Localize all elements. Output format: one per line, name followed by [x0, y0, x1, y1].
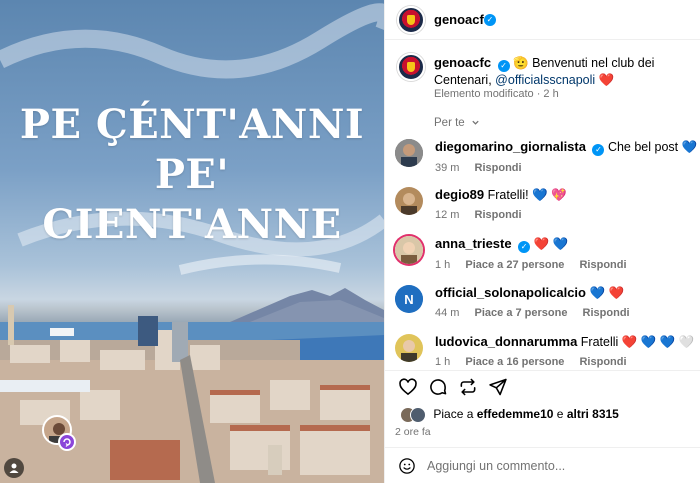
commenter-avatar[interactable] [395, 236, 423, 264]
genoa-logo-avatar[interactable] [397, 6, 425, 34]
comment-time: 44 m [435, 307, 460, 319]
sort-dropdown[interactable]: Per te [434, 117, 480, 129]
caption-mention-link[interactable]: @officialsscnapoli [495, 73, 595, 87]
chevron-down-icon [472, 120, 479, 125]
verified-badge-icon: ✓ [497, 60, 510, 72]
likes-summary[interactable]: Piace a effedemme10 e altri 8315 [400, 407, 619, 423]
caption-username[interactable]: genoacfc [434, 55, 491, 70]
comment-time: 39 m [435, 162, 460, 174]
comment-time: 1 h [435, 356, 451, 368]
comment-emojis: 💙 ❤️ [589, 286, 625, 300]
emoji-icon[interactable] [398, 457, 416, 475]
caption-heart-emoji: ❤️ [598, 73, 615, 87]
comment-likes-link[interactable]: Piace a 7 persone [475, 307, 568, 319]
post-header: genoacfc ✓ [385, 0, 700, 40]
share-icon[interactable] [488, 377, 508, 397]
comment-text: Fratelli! [487, 188, 529, 202]
repost-icon[interactable] [458, 377, 478, 397]
liker-avatars [400, 407, 426, 423]
caption-avatar[interactable] [397, 53, 425, 81]
heart-icon[interactable] [398, 377, 418, 397]
comment-username[interactable]: diegomarino_giornalista [435, 139, 586, 154]
likes-conj: e [556, 407, 564, 422]
svg-text:N: N [404, 292, 413, 307]
caption-emoji: 🫡 [513, 56, 529, 70]
post-timestamp[interactable]: 2 ore fa [395, 426, 431, 438]
comment-time: 1 h [435, 259, 451, 271]
likes-user-link[interactable]: effedemme10 [477, 407, 554, 421]
likes-others-link[interactable]: altri 8315 [567, 407, 619, 421]
comment-icon[interactable] [428, 377, 448, 397]
comment-text: Fratelli [580, 335, 619, 349]
reply-button[interactable]: Rispondi [579, 259, 626, 271]
commenter-avatar[interactable] [395, 334, 423, 362]
comment-username[interactable]: anna_trieste [435, 236, 512, 251]
verified-badge-icon: ✓ [484, 14, 496, 26]
comment-input[interactable] [427, 457, 687, 475]
caption: genoacfc ✓ 🫡 Benvenuti nel club dei Cent… [434, 54, 696, 89]
comment-text: Che bel post [607, 140, 679, 154]
header-username[interactable]: genoacfc [434, 12, 491, 27]
comment-username[interactable]: ludovica_donnarumma [435, 334, 577, 349]
caption-meta: Elemento modificato · 2 h [434, 88, 559, 100]
add-comment-bar [385, 447, 700, 483]
post-side-panel: genoacfc ✓ genoacfc ✓ 🫡 Benvenuti nel cl… [384, 0, 700, 483]
post-actions: Piace a effedemme10 e altri 8315 2 ore f… [385, 370, 700, 446]
commenter-avatar[interactable] [395, 187, 423, 215]
sort-label: Per te [434, 117, 465, 129]
commenter-avatar[interactable]: N [395, 285, 423, 313]
comment-emojis: 💙 💖 [532, 188, 567, 202]
reply-button[interactable]: Rispondi [583, 307, 630, 319]
collab-badge-icon [58, 433, 76, 451]
comment-emojis: 💙 [681, 140, 698, 154]
verified-badge-icon: ✓ [518, 241, 531, 253]
user-tags-icon[interactable] [4, 458, 24, 478]
likes-prefix: Piace a [433, 407, 474, 422]
verified-badge-icon: ✓ [592, 144, 605, 156]
reply-button[interactable]: Rispondi [475, 209, 522, 221]
comment-likes-link[interactable]: Piace a 16 persone [465, 356, 564, 368]
reply-button[interactable]: Rispondi [579, 356, 626, 368]
post-image[interactable]: PE ÇÉNT'ANNI PE' CIENT'ANNE [0, 0, 384, 483]
comments-section: genoacfc ✓ 🫡 Benvenuti nel club dei Cent… [385, 41, 700, 369]
comment-likes-link[interactable]: Piace a 27 persone [465, 259, 564, 271]
comment-username[interactable]: official_solonapolicalcio [435, 285, 586, 300]
comment-time: 12 m [435, 209, 460, 221]
reply-button[interactable]: Rispondi [475, 162, 522, 174]
post-headline-line2: PE' CIENT'ANNE [42, 151, 342, 248]
post-headline-line1: PE ÇÉNT'ANNI [19, 101, 365, 148]
comment-emojis: ❤️ 💙 [533, 237, 569, 251]
comment-emojis: ❤️ 💙 💙 🤍 [621, 335, 695, 349]
commenter-avatar[interactable] [395, 139, 423, 167]
comment-username[interactable]: degio89 [435, 187, 484, 202]
